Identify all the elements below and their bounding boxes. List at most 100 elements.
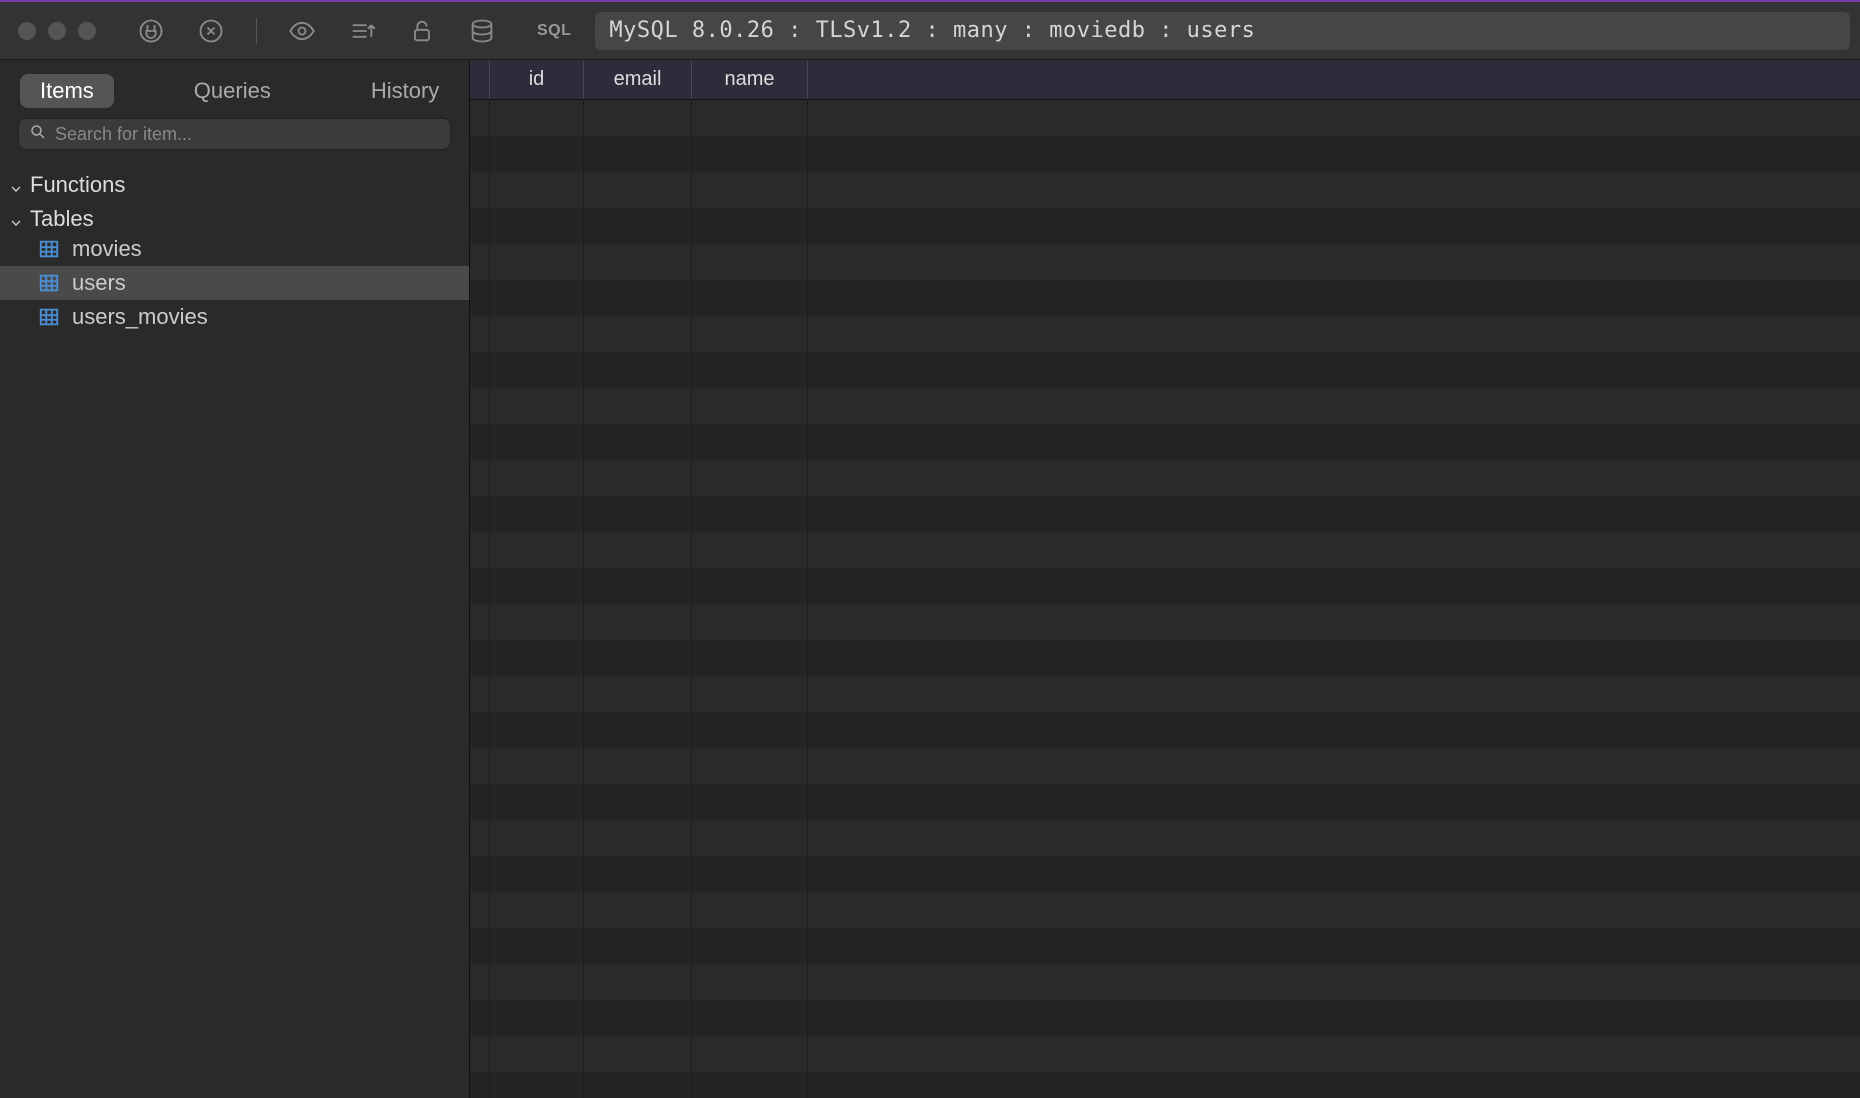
cell[interactable] [692,676,808,712]
cell[interactable] [470,676,490,712]
cell[interactable] [470,280,490,316]
cell[interactable] [490,1036,584,1072]
cell[interactable] [490,316,584,352]
cell[interactable] [490,856,584,892]
cell[interactable] [470,496,490,532]
cell[interactable] [470,316,490,352]
cell[interactable] [470,388,490,424]
cell[interactable] [490,352,584,388]
tab-history[interactable]: History [351,74,459,108]
table-row[interactable] [470,640,1860,676]
cell[interactable] [470,856,490,892]
cell[interactable] [584,892,692,928]
cell[interactable] [470,604,490,640]
table-row[interactable] [470,604,1860,640]
cell[interactable] [490,460,584,496]
table-row[interactable] [470,568,1860,604]
column-header-id[interactable]: id [490,60,584,99]
close-dot[interactable] [18,22,36,40]
cell[interactable] [584,748,692,784]
cell[interactable] [584,604,692,640]
cell[interactable] [490,388,584,424]
cell[interactable] [692,460,808,496]
cell[interactable] [584,316,692,352]
cell[interactable] [692,316,808,352]
table-row[interactable] [470,280,1860,316]
cell[interactable] [490,784,584,820]
table-item-users[interactable]: users [0,266,469,300]
cell[interactable] [692,748,808,784]
table-row[interactable] [470,136,1860,172]
lines-up-icon[interactable] [347,16,377,46]
cell[interactable] [584,712,692,748]
cell[interactable] [584,136,692,172]
table-row[interactable] [470,172,1860,208]
zoom-dot[interactable] [78,22,96,40]
tab-queries[interactable]: Queries [174,74,291,108]
cell[interactable] [692,136,808,172]
cell[interactable] [584,244,692,280]
cell[interactable] [692,172,808,208]
cell[interactable] [692,640,808,676]
cell[interactable] [490,892,584,928]
cell[interactable] [490,640,584,676]
cell[interactable] [470,964,490,1000]
search-input[interactable] [55,124,440,145]
cell[interactable] [692,892,808,928]
cell[interactable] [692,568,808,604]
cell[interactable] [470,892,490,928]
cell[interactable] [584,532,692,568]
cell[interactable] [470,712,490,748]
cell[interactable] [692,928,808,964]
table-row[interactable] [470,820,1860,856]
cell[interactable] [490,172,584,208]
cell[interactable] [692,1072,808,1098]
table-item-movies[interactable]: movies [0,232,469,266]
cell[interactable] [584,856,692,892]
cell[interactable] [584,820,692,856]
cell[interactable] [470,100,490,136]
table-row[interactable] [470,388,1860,424]
lock-icon[interactable] [407,16,437,46]
cell[interactable] [490,136,584,172]
cell[interactable] [692,964,808,1000]
table-row[interactable] [470,964,1860,1000]
cell[interactable] [692,100,808,136]
group-functions[interactable]: Functions [0,172,469,198]
row-handle-header[interactable] [470,60,490,99]
cell[interactable] [490,424,584,460]
eye-icon[interactable] [287,16,317,46]
cell[interactable] [490,820,584,856]
table-row[interactable] [470,748,1860,784]
database-icon[interactable] [467,16,497,46]
cell[interactable] [584,460,692,496]
table-row[interactable] [470,316,1860,352]
cell[interactable] [692,208,808,244]
cell[interactable] [692,1036,808,1072]
cell[interactable] [584,568,692,604]
cell[interactable] [470,460,490,496]
cell[interactable] [470,928,490,964]
cell[interactable] [692,532,808,568]
table-row[interactable] [470,856,1860,892]
cell[interactable] [584,388,692,424]
table-item-users_movies[interactable]: users_movies [0,300,469,334]
connection-string[interactable]: MySQL 8.0.26 : TLSv1.2 : many : moviedb … [595,12,1850,50]
cell[interactable] [490,928,584,964]
cell[interactable] [584,1000,692,1036]
column-header-name[interactable]: name [692,60,808,99]
cell[interactable] [584,208,692,244]
table-row[interactable] [470,712,1860,748]
cell[interactable] [584,280,692,316]
table-row[interactable] [470,928,1860,964]
plug-icon[interactable] [136,16,166,46]
grid-body[interactable] [470,100,1860,1098]
table-row[interactable] [470,100,1860,136]
cell[interactable] [490,208,584,244]
cell[interactable] [584,1036,692,1072]
cell[interactable] [584,424,692,460]
minimize-dot[interactable] [48,22,66,40]
cell[interactable] [490,100,584,136]
cell[interactable] [692,244,808,280]
cell[interactable] [692,388,808,424]
